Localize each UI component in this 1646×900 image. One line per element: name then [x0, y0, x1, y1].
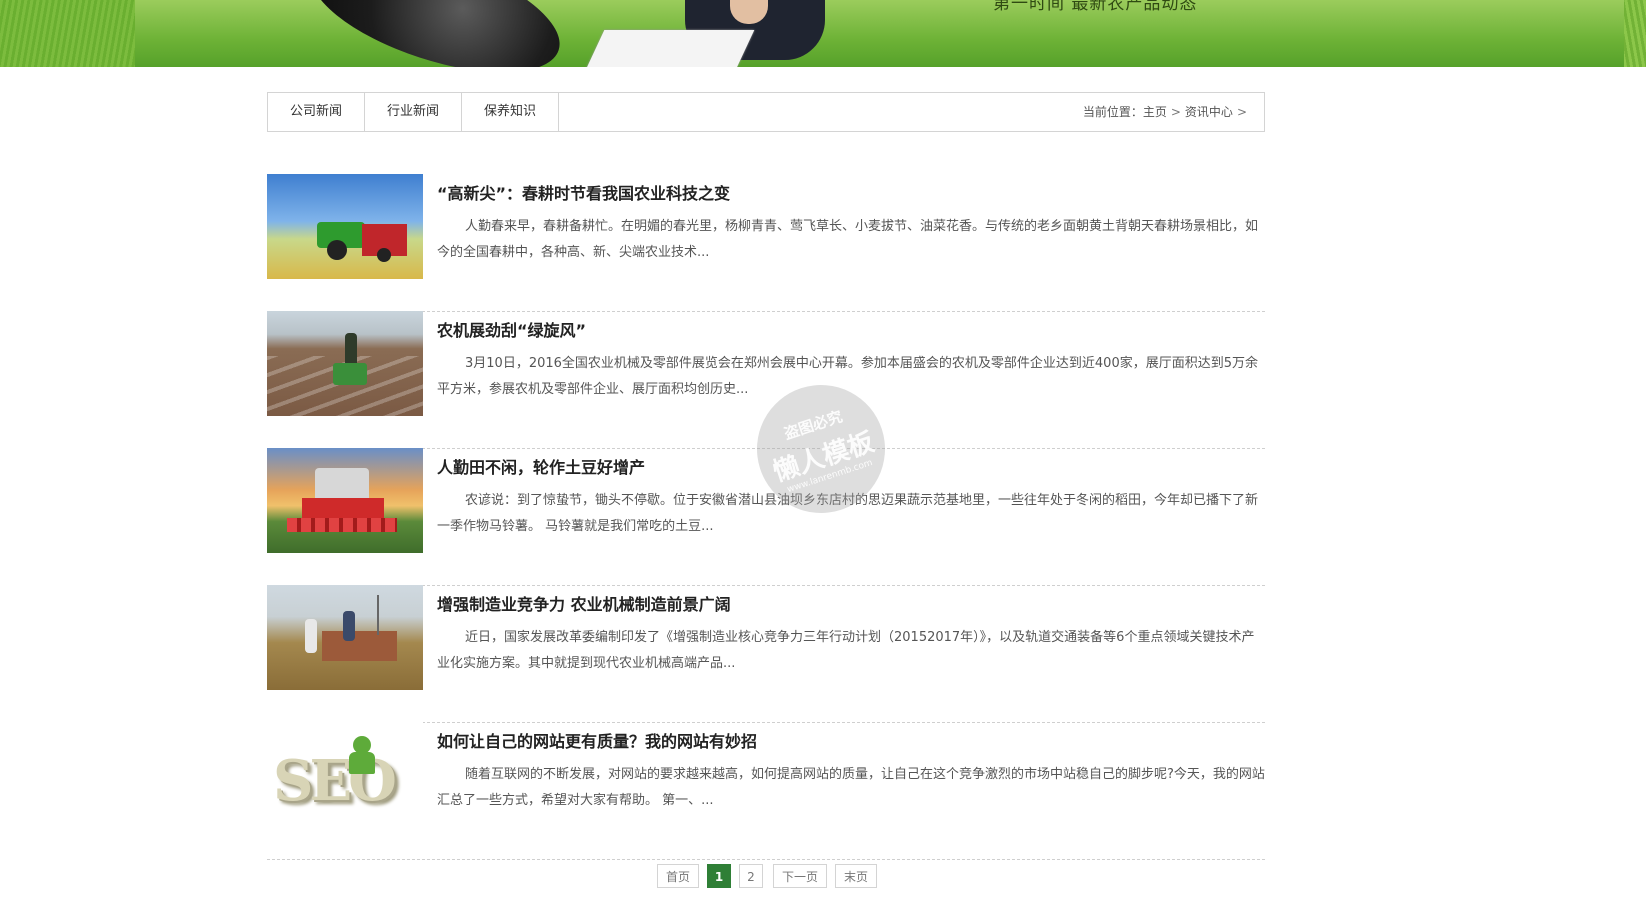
news-thumbnail-harvester[interactable] — [267, 448, 423, 553]
first-page-button[interactable]: 首页 — [657, 864, 699, 888]
news-thumbnail-seo[interactable]: SEO — [267, 722, 423, 827]
power-pole — [377, 595, 379, 635]
news-item: 增强制造业竞争力 农业机械制造前景广阔 近日，国家发展改革委编制印发了《增强制造… — [267, 585, 1265, 723]
paper-image — [585, 30, 755, 67]
breadcrumb: 当前位置：主页 > 资讯中心 > — [1083, 93, 1251, 131]
breadcrumb-current-link[interactable]: 资讯中心 — [1185, 105, 1233, 119]
banner-grass-right — [1624, 0, 1646, 67]
breadcrumb-prefix: 当前位置： — [1082, 105, 1143, 119]
top-banner: 第一时间 最新农产品动态 — [0, 0, 1646, 67]
page-1-button[interactable]: 1 — [707, 864, 731, 888]
harvest-machine — [322, 631, 397, 661]
news-summary: 随着互联网的不断发展，对网站的要求越来越高，如何提高网站的质量，让自己在这个竞争… — [437, 767, 1265, 808]
tab-company-news[interactable]: 公司新闻 — [268, 93, 365, 131]
breadcrumb-separator: > — [1236, 105, 1247, 119]
banner-slogan: 第一时间 最新农产品动态 — [993, 0, 1198, 14]
breadcrumb-separator: > — [1170, 105, 1181, 119]
harvester-header — [287, 518, 397, 532]
banner-grass-left — [0, 0, 135, 67]
tractor-wheel — [327, 240, 347, 260]
last-page-button[interactable]: 末页 — [835, 864, 877, 888]
next-page-button[interactable]: 下一页 — [773, 864, 827, 888]
news-title-link[interactable]: 增强制造业竞争力 农业机械制造前景广阔 — [437, 591, 731, 615]
news-category-bar: 公司新闻 行业新闻 保养知识 当前位置：主页 > 资讯中心 > — [267, 92, 1265, 132]
breadcrumb-home-link[interactable]: 主页 — [1143, 105, 1167, 119]
news-item: SEO 如何让自己的网站更有质量？我的网站有妙招 随着互联网的不断发展，对网站的… — [267, 722, 1265, 860]
news-item: “高新尖”：春耕时节看我国农业科技之变 人勤春来早，春耕备耕忙。在明媚的春光里，… — [267, 174, 1265, 312]
seo-figure-body — [349, 752, 375, 774]
page-2-button[interactable]: 2 — [739, 864, 763, 888]
tractor-wheel — [377, 248, 391, 262]
news-title-link[interactable]: 人勤田不闲，轮作土豆好增产 — [437, 454, 645, 478]
news-thumbnail-tractor[interactable] — [267, 174, 423, 279]
news-thumbnail-field[interactable] — [267, 311, 423, 416]
news-summary: 人勤春来早，春耕备耕忙。在明媚的春光里，杨柳青青、莺飞草长、小麦拔节、油菜花香。… — [437, 219, 1259, 260]
farm-machine — [333, 363, 367, 385]
news-title-link[interactable]: 如何让自己的网站更有质量？我的网站有妙招 — [437, 728, 757, 752]
news-summary: 近日，国家发展改革委编制印发了《增强制造业核心竞争力三年行动计划（2015201… — [437, 630, 1255, 671]
news-thumbnail-workers[interactable] — [267, 585, 423, 690]
tab-industry-news[interactable]: 行业新闻 — [365, 93, 462, 131]
news-title-link[interactable]: “高新尖”：春耕时节看我国农业科技之变 — [437, 180, 730, 204]
worker-figure — [343, 611, 355, 641]
worker-figure — [305, 619, 317, 653]
tab-maintenance-knowledge[interactable]: 保养知识 — [462, 93, 559, 131]
news-title-link[interactable]: 农机展劲刮“绿旋风” — [437, 317, 586, 341]
